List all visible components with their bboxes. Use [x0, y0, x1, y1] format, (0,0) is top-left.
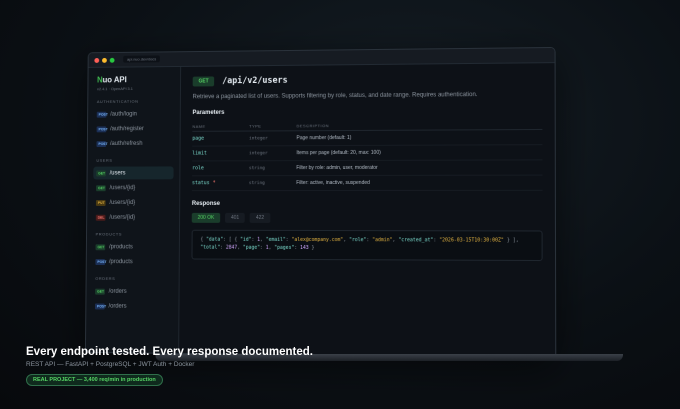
method-badge: GET: [95, 243, 106, 250]
param-type: string: [248, 175, 297, 191]
sidebar: Nuo API v2.4.1 · OpenAPI 3.1 AUTHENTICAT…: [85, 66, 182, 354]
sidebar-item-label: /users/{id}: [109, 184, 136, 191]
sidebar-item-label: /auth/register: [110, 125, 144, 132]
response-code-block: { "data": [ { "id": 1, "email": "alex@co…: [191, 229, 543, 262]
sidebar-item-label: /auth/login: [110, 111, 137, 118]
brand-logo: Nuo API: [97, 75, 127, 85]
param-description: Filter: active, inactive, suspended: [296, 175, 543, 191]
column-header-type: TYPE: [249, 121, 297, 132]
sidebar-item-delete-user[interactable]: DEL /users/{id}: [93, 211, 173, 224]
response-tabs: 200 OK 401 422: [191, 212, 543, 223]
table-row: role string Filter by role: admin, user,…: [192, 159, 543, 176]
param-type: integer: [249, 130, 297, 146]
endpoint-header: GET /api/v2/users: [192, 73, 543, 87]
method-badge: GET: [95, 288, 105, 295]
caption: Every endpoint tested. Every response do…: [26, 346, 313, 386]
docs-app: Nuo API v2.4.1 · OpenAPI 3.1 AUTHENTICAT…: [85, 63, 555, 358]
sidebar-item-label: /users/{id}: [109, 214, 136, 221]
table-row: page integer Page number (default: 1): [192, 129, 543, 147]
method-badge: GET: [96, 170, 106, 176]
close-window-dot[interactable]: [94, 57, 100, 63]
project-badge: REAL PROJECT — 3,400 req/min in producti…: [26, 374, 163, 386]
laptop-screen: api.nuo.dev/docs Nuo API v2.4.1 · OpenAP…: [84, 46, 557, 359]
sidebar-item-post-products[interactable]: POST /products: [92, 255, 173, 268]
param-name-cell: status *: [191, 175, 249, 191]
sidebar-item-label: /auth/refresh: [109, 140, 143, 147]
method-badge: POST: [96, 140, 108, 147]
section-users: USERS: [96, 157, 113, 163]
param-description: Items per page (default: 20, max: 100): [296, 144, 543, 161]
section-orders: ORDERS: [95, 275, 116, 281]
param-name: page: [192, 131, 250, 147]
sidebar-item-label: /users/{id}: [109, 199, 136, 206]
required-marker: *: [212, 180, 216, 187]
sidebar-item-get-user[interactable]: GET /users/{id}: [93, 181, 173, 194]
endpoint-description: Retrieve a paginated list of users. Supp…: [192, 92, 478, 101]
table-row: status * string Filter: active, inactive…: [191, 175, 543, 191]
sidebar-item-label: /users: [109, 170, 126, 176]
endpoint-method-badge: GET: [192, 76, 215, 87]
sidebar-item-auth-login[interactable]: POST /auth/login: [94, 107, 174, 120]
sidebar-item-put-user[interactable]: PUT /users/{id}: [93, 196, 173, 209]
tab-401[interactable]: 401: [224, 212, 246, 223]
param-name: limit: [192, 145, 250, 161]
sidebar-item-get-orders[interactable]: GET /orders: [92, 285, 173, 298]
sidebar-item-get-products[interactable]: GET /products: [93, 240, 173, 253]
sidebar-item-label: /products: [108, 258, 133, 265]
tech-stack: REST API — FastAPI + PostgreSQL + JWT Au…: [26, 361, 195, 368]
column-header-name: NAME: [192, 121, 250, 132]
tab-200-ok[interactable]: 200 OK: [191, 212, 221, 223]
param-name: status: [191, 180, 210, 187]
api-version: v2.4.1 · OpenAPI 3.1: [96, 86, 133, 92]
response-heading: Response: [191, 201, 220, 207]
section-authentication: AUTHENTICATION: [96, 98, 139, 104]
minimize-window-dot[interactable]: [102, 57, 107, 63]
param-description: Page number (default: 1): [296, 129, 543, 146]
method-badge: POST: [94, 302, 107, 309]
headline: Every endpoint tested. Every response do…: [26, 346, 313, 358]
parameters-heading: Parameters: [192, 109, 225, 117]
table-row: limit integer Items per page (default: 2…: [192, 144, 543, 161]
method-badge: DEL: [95, 214, 106, 221]
sidebar-item-label: /orders: [108, 288, 127, 295]
method-badge: POST: [96, 125, 108, 132]
sidebar-item-label: /products: [109, 243, 133, 250]
maximize-window-dot[interactable]: [109, 57, 115, 63]
param-name: role: [192, 160, 249, 176]
param-type: string: [248, 160, 297, 176]
address-bar[interactable]: api.nuo.dev/docs: [123, 55, 161, 63]
method-badge: PUT: [95, 199, 106, 206]
sidebar-item-auth-refresh[interactable]: POST /auth/refresh: [94, 137, 174, 150]
param-type: integer: [248, 145, 297, 161]
main-content: GET /api/v2/users Retrieve a paginated l…: [179, 63, 555, 358]
param-description: Filter by role: admin, user, moderator: [296, 159, 543, 176]
parameters-table: NAME TYPE DESCRIPTION page integer Page …: [191, 119, 543, 191]
tab-422[interactable]: 422: [249, 212, 271, 223]
method-badge: POST: [95, 258, 107, 265]
section-products: PRODUCTS: [95, 231, 122, 237]
sidebar-item-auth-register[interactable]: POST /auth/register: [94, 122, 174, 135]
sidebar-item-label: /orders: [108, 303, 127, 310]
method-badge: GET: [96, 184, 106, 191]
sidebar-item-users[interactable]: GET /users: [93, 166, 174, 180]
sidebar-item-post-orders[interactable]: POST /orders: [92, 300, 173, 314]
method-badge: POST: [96, 111, 108, 118]
endpoint-path: /api/v2/users: [222, 75, 288, 87]
